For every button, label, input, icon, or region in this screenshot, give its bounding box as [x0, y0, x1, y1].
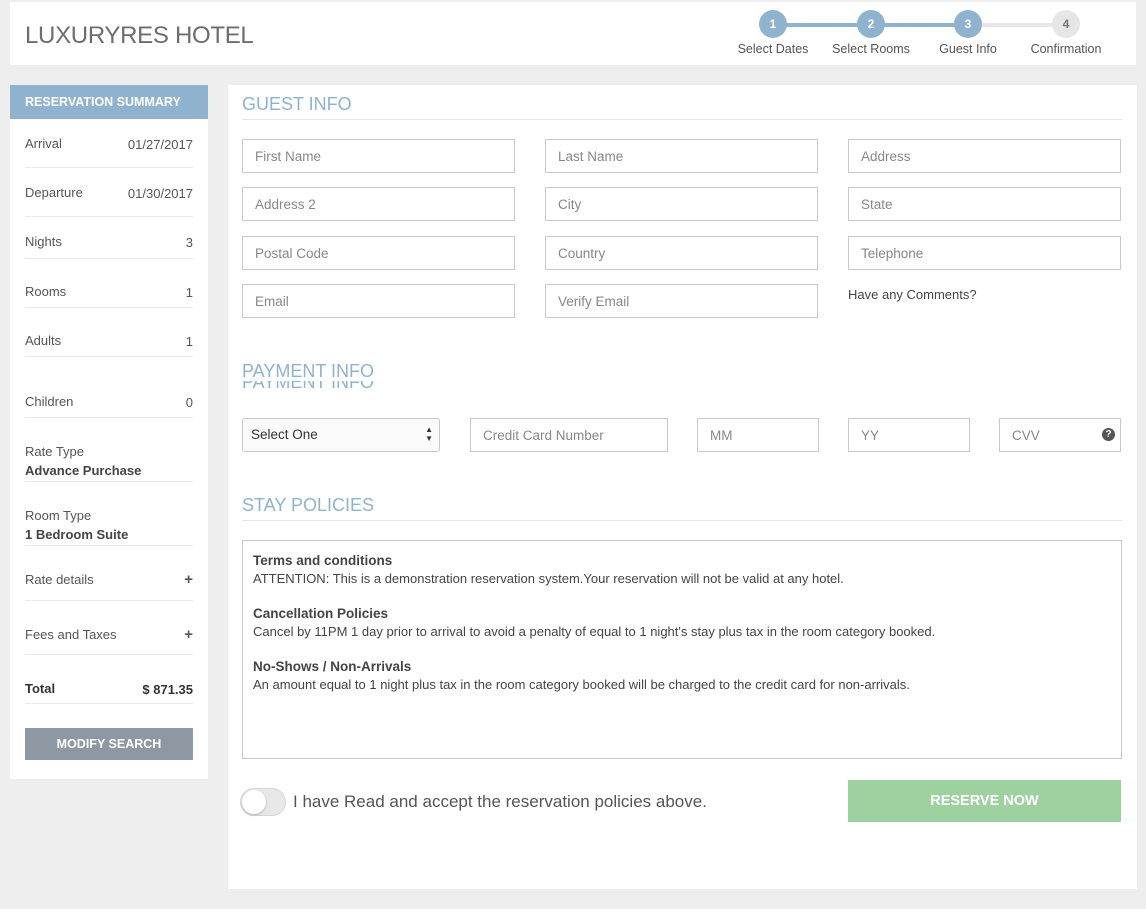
total-value: $ 871.35	[142, 682, 193, 697]
accept-policies-label[interactable]: I have Read and accept the reservation p…	[293, 792, 707, 812]
toggle-knob	[242, 790, 266, 814]
telephone-input[interactable]	[848, 236, 1121, 270]
section-divider	[242, 520, 1122, 521]
card-type-select[interactable]: Select One ▲ ▼	[242, 418, 440, 452]
summary-row-children: Children 0	[25, 357, 193, 418]
summary-row-nights: Nights 3	[25, 217, 193, 259]
payment-title-ghost: PAYMENT INFO	[242, 381, 374, 390]
policy-heading: Terms and conditions	[253, 553, 393, 568]
row-value: 01/27/2017	[127, 137, 193, 152]
state-input[interactable]	[848, 187, 1121, 221]
rate-type-value: Advance Purchase	[25, 463, 142, 478]
step-label: Select Dates	[737, 42, 809, 56]
stay-policies-title: STAY POLICIES	[242, 495, 375, 515]
card-number-input[interactable]	[470, 418, 668, 452]
summary-row-arrival: Arrival 01/27/2017	[25, 119, 193, 168]
row-label: Nights	[25, 234, 62, 249]
step-number: 3	[954, 10, 982, 38]
comments-link[interactable]: Have any Comments?	[848, 287, 977, 302]
row-label: Rate Type	[25, 444, 85, 459]
row-label: Room Type	[25, 508, 92, 523]
country-input[interactable]	[545, 236, 818, 270]
policies-box[interactable]: Terms and conditions ATTENTION: This is …	[242, 540, 1122, 759]
row-label: Children	[25, 394, 74, 409]
policy-heading: No-Shows / Non-Arrivals	[253, 659, 412, 674]
expand-plus-icon[interactable]: +	[184, 626, 193, 643]
verify-email-input[interactable]	[545, 284, 818, 318]
address-input[interactable]	[848, 139, 1121, 173]
select-arrows-icon: ▲ ▼	[425, 425, 433, 443]
summary-row-room-type: Room Type 1 Bedroom Suite	[25, 482, 193, 546]
row-value: 01/30/2017	[127, 186, 193, 201]
progress-steps: 1 Select Dates 2 Select Rooms 3 Guest In…	[10, 2, 1136, 65]
expand-plus-icon[interactable]: +	[184, 571, 193, 588]
step-confirmation: 4 Confirmation	[1011, 10, 1121, 56]
policy-text: An amount equal to 1 night plus tax in t…	[253, 677, 910, 692]
row-label: Rate details	[25, 572, 94, 587]
card-type-value: Select One	[251, 427, 318, 442]
row-value: 1	[185, 334, 193, 349]
main-form-panel: GUEST INFO Have any Comments? PAYMENT IN…	[228, 85, 1137, 889]
summary-title: RESERVATION SUMMARY	[10, 85, 208, 119]
summary-row-rate-details[interactable]: Rate details +	[25, 546, 193, 601]
summary-row-rate-type: Rate Type Advance Purchase	[25, 418, 193, 482]
step-guest-info[interactable]: 3 Guest Info	[913, 10, 1023, 56]
row-label: Adults	[25, 333, 62, 348]
summary-row-rooms: Rooms 1	[25, 259, 193, 308]
summary-row-fees[interactable]: Fees and Taxes +	[25, 601, 193, 655]
step-label: Confirmation	[1030, 42, 1102, 56]
expiry-year-input[interactable]	[848, 418, 970, 452]
email-input[interactable]	[242, 284, 515, 318]
step-select-rooms[interactable]: 2 Select Rooms	[816, 10, 926, 56]
guest-info-title: GUEST INFO	[242, 94, 352, 114]
row-label: Rooms	[25, 284, 67, 299]
accept-policies-toggle[interactable]	[240, 788, 286, 816]
row-value: 3	[185, 235, 193, 250]
total-label: Total	[25, 681, 56, 696]
step-number: 1	[759, 10, 787, 38]
expiry-month-input[interactable]	[697, 418, 819, 452]
row-value: 0	[185, 395, 193, 410]
payment-info-title: PAYMENT INFO	[242, 361, 375, 381]
last-name-input[interactable]	[545, 139, 818, 173]
section-divider	[242, 119, 1122, 120]
row-label: Departure	[25, 185, 83, 200]
step-select-dates[interactable]: 1 Select Dates	[718, 10, 828, 56]
first-name-input[interactable]	[242, 139, 515, 173]
policy-heading: Cancellation Policies	[253, 606, 389, 621]
step-label: Select Rooms	[832, 42, 910, 56]
room-type-value: 1 Bedroom Suite	[25, 527, 129, 542]
help-question-icon[interactable]: ?	[1102, 428, 1115, 441]
city-input[interactable]	[545, 187, 818, 221]
policy-text: ATTENTION: This is a demonstration reser…	[253, 571, 844, 586]
summary-row-total: Total $ 871.35	[25, 655, 193, 704]
step-number: 4	[1052, 10, 1080, 38]
address2-input[interactable]	[242, 187, 515, 221]
summary-row-departure: Departure 01/30/2017	[25, 168, 193, 217]
modify-search-button[interactable]: MODIFY SEARCH	[25, 728, 193, 760]
cvv-field-wrapper: ?	[999, 418, 1121, 452]
step-label: Guest Info	[939, 42, 997, 56]
reservation-summary-panel: RESERVATION SUMMARY Arrival 01/27/2017 D…	[10, 85, 208, 779]
summary-row-adults: Adults 1	[25, 308, 193, 357]
header-bar: LUXURYRES HOTEL 1 Select Dates 2 Select …	[10, 2, 1136, 65]
reserve-now-button[interactable]: RESERVE NOW	[848, 780, 1121, 822]
policy-text: Cancel by 11PM 1 day prior to arrival to…	[253, 624, 936, 639]
row-label: Fees and Taxes	[25, 627, 117, 642]
row-value: 1	[185, 285, 193, 300]
step-number: 2	[857, 10, 885, 38]
postal-code-input[interactable]	[242, 236, 515, 270]
row-label: Arrival	[25, 136, 62, 151]
